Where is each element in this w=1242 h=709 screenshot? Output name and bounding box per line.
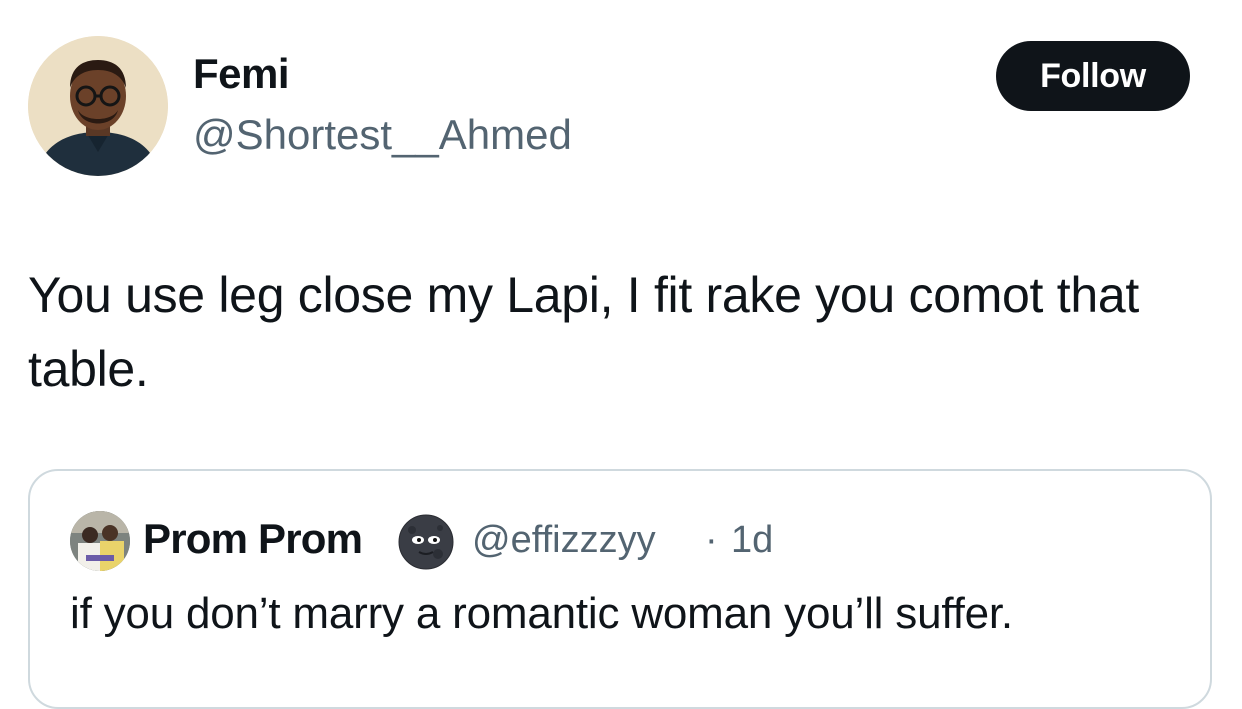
tweet-text: You use leg close my Lapi, I fit rake yo… (28, 267, 1139, 397)
tweet: Femi @Shortest__Ahmed Follow You use leg… (0, 0, 1242, 709)
quote-text: if you don’t marry a romantic woman you’… (70, 589, 1013, 638)
quote-timestamp[interactable]: 1d (731, 519, 773, 562)
avatar-image (28, 36, 168, 176)
quoted-tweet-card[interactable]: Prom Prom @effizzzyy · 1d if you don’t m… (28, 469, 1212, 709)
new-moon-face-icon (398, 514, 454, 570)
author-handle[interactable]: @Shortest__Ahmed (193, 111, 572, 159)
quote-author-name[interactable]: Prom Prom (143, 515, 363, 563)
quote-avatar-image (70, 511, 130, 571)
quote-author-handle[interactable]: @effizzzyy (472, 519, 656, 562)
follow-button[interactable]: Follow (996, 41, 1190, 111)
author-name[interactable]: Femi (193, 50, 290, 98)
author-avatar[interactable] (28, 36, 168, 176)
separator-dot: · (705, 519, 718, 561)
quote-author-avatar[interactable] (70, 511, 130, 571)
